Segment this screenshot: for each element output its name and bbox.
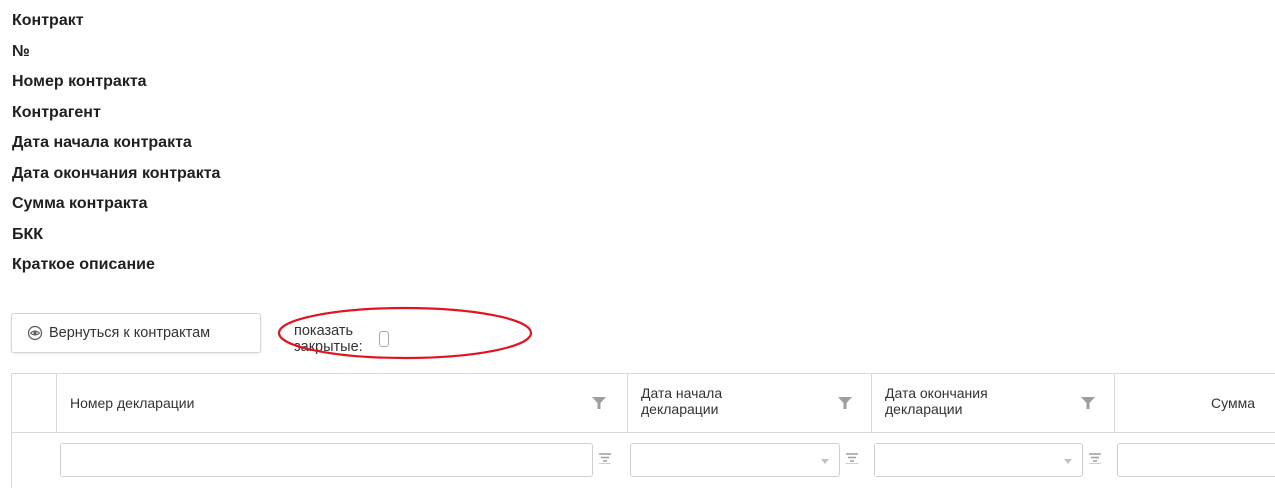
- chevron-down-icon: [821, 459, 829, 464]
- filter-cell-declaration-end-date: [872, 433, 1115, 489]
- label-number: №: [12, 42, 30, 60]
- filter-cell-declaration-start-date: [628, 433, 872, 489]
- filter-row-select-cell: [12, 433, 57, 489]
- label-counterparty: Контрагент: [12, 103, 101, 121]
- section-title-contract: Контракт: [12, 12, 84, 29]
- filter-lines-icon[interactable]: [1088, 451, 1102, 465]
- contract-details: Контракт № Номер контракта Контрагент Да…: [12, 6, 220, 281]
- filter-cell-declaration-number: [57, 433, 628, 489]
- grid-filter-row: [12, 433, 1275, 489]
- show-closed-checkbox[interactable]: [378, 331, 389, 347]
- column-header-label: Дата окончания декларации: [885, 385, 988, 417]
- filter-lines-icon[interactable]: [845, 451, 859, 465]
- column-header-declaration-start-date[interactable]: Дата начала декларации: [628, 374, 872, 432]
- column-header-declaration-end-date[interactable]: Дата окончания декларации: [872, 374, 1115, 432]
- label-contract-number: Номер контракта: [12, 73, 147, 90]
- label-short-description: Краткое описание: [12, 256, 155, 273]
- filter-cell-amount: [1115, 433, 1275, 489]
- start-date-filter-dropdown[interactable]: [630, 443, 840, 477]
- label-contract-start-date: Дата начала контракта: [12, 134, 192, 151]
- label-contract-amount: Сумма контракта: [12, 195, 148, 212]
- column-header-declaration-number[interactable]: Номер декларации: [57, 374, 628, 432]
- chevron-down-icon: [1064, 459, 1072, 464]
- filter-lines-icon[interactable]: [598, 451, 612, 465]
- declarations-grid: Номер декларации Дата начала декларации …: [11, 373, 1275, 488]
- column-header-label-line: декларации: [641, 401, 719, 417]
- column-header-label: Номер декларации: [70, 395, 195, 411]
- column-header-label: Сумма: [1211, 395, 1255, 411]
- end-date-filter-dropdown[interactable]: [874, 443, 1083, 477]
- eye-icon: [27, 325, 43, 341]
- column-header-amount[interactable]: Сумма: [1115, 374, 1275, 432]
- show-closed-toggle: показать закрытые:: [294, 323, 389, 355]
- show-closed-label: показать закрытые:: [294, 323, 363, 355]
- grid-header: Номер декларации Дата начала декларации …: [12, 374, 1275, 433]
- back-to-contracts-button[interactable]: Вернуться к контрактам: [11, 313, 261, 353]
- declaration-number-filter-input[interactable]: [60, 443, 593, 477]
- column-header-label-line: декларации: [885, 401, 963, 417]
- column-header-label: Дата начала декларации: [641, 385, 722, 417]
- label-contract-end-date: Дата окончания контракта: [12, 164, 221, 182]
- label-bkk: БКК: [12, 225, 44, 243]
- column-header-label-line: Дата окончания: [885, 385, 988, 401]
- column-header-label-line: Дата начала: [641, 385, 723, 401]
- filter-funnel-icon[interactable]: [591, 396, 607, 410]
- grid-header-select-column: [12, 374, 57, 432]
- back-button-label: Вернуться к контрактам: [49, 325, 211, 341]
- amount-filter-input[interactable]: [1117, 443, 1275, 477]
- filter-funnel-icon[interactable]: [1080, 396, 1096, 410]
- filter-funnel-icon[interactable]: [837, 396, 853, 410]
